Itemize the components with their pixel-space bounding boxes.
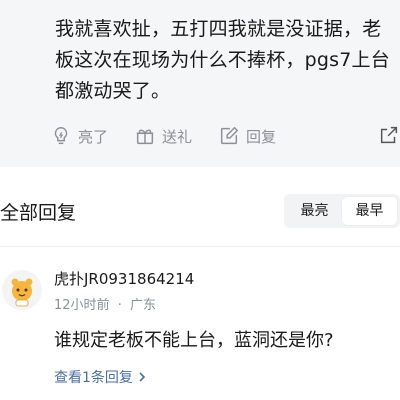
- chevron-right-icon: [139, 372, 146, 382]
- meta-separator: ·: [117, 298, 122, 313]
- gift-label: 送礼: [162, 127, 193, 146]
- edit-reply-icon: [220, 126, 239, 145]
- lightbulb-icon: [54, 127, 68, 145]
- comment-time: 12小时前: [54, 298, 110, 313]
- post-card: 我就喜欢扯，五打四我就是没证据，老板这次在现场为什么不捧杯，pgs7上台都激动哭…: [0, 0, 400, 167]
- view-replies-link[interactable]: 查看1条回复: [54, 367, 148, 387]
- comment-meta: 12小时前 · 广东: [54, 294, 156, 313]
- avatar-mascot-icon: [2, 270, 42, 310]
- like-label: 亮了: [78, 127, 109, 146]
- post-action-bar: 亮了 送礼 回复: [50, 122, 302, 150]
- share-icon[interactable]: [378, 124, 400, 146]
- sort-hottest-tab[interactable]: 最亮: [287, 197, 342, 225]
- section-divider: [0, 167, 400, 179]
- comment-username[interactable]: 虎扑JR0931864214: [54, 268, 194, 289]
- replies-title: 全部回复: [0, 202, 77, 224]
- reply-label: 回复: [246, 127, 277, 146]
- sort-earliest-tab[interactable]: 最早: [342, 197, 397, 225]
- gift-button[interactable]: 送礼: [134, 125, 192, 147]
- view-replies-label: 查看1条回复: [54, 370, 133, 386]
- replies-header: 全部回复 最亮 最早: [0, 190, 400, 236]
- comment-body: 谁规定老板不能上台，蓝洞还是你?: [54, 330, 334, 351]
- reply-button[interactable]: 回复: [218, 125, 276, 147]
- gift-icon: [136, 129, 154, 145]
- like-button[interactable]: 亮了: [50, 125, 108, 147]
- sort-toggle: 最亮 最早: [284, 194, 400, 228]
- comment-location: 广东: [129, 298, 156, 313]
- comment-item: 虎扑JR0931864214 12小时前 · 广东 谁规定老板不能上台，蓝洞还是…: [0, 248, 400, 400]
- header-divider: [0, 246, 400, 247]
- avatar[interactable]: [2, 270, 42, 310]
- post-body: 我就喜欢扯，五打四我就是没证据，老板这次在现场为什么不捧杯，pgs7上台都激动哭…: [55, 18, 390, 102]
